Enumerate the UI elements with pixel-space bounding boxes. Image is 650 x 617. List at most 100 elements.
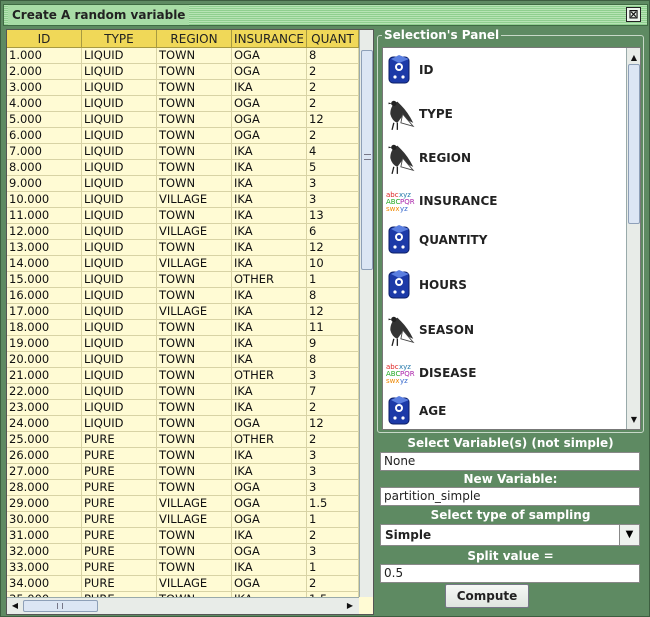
table-cell[interactable]: 3 — [307, 480, 359, 496]
table-cell[interactable]: LIQUID — [82, 224, 157, 240]
table-row[interactable]: 19.000 LIQUID TOWN IKA 9 — [7, 336, 359, 352]
chevron-down-icon[interactable]: ▼ — [619, 525, 639, 545]
table-cell[interactable]: OTHER — [232, 432, 307, 448]
table-cell[interactable]: PURE — [82, 560, 157, 576]
table-row[interactable]: 5.000 LIQUID TOWN OGA 12 — [7, 112, 359, 128]
table-cell[interactable]: LIQUID — [82, 240, 157, 256]
table-cell[interactable]: IKA — [232, 160, 307, 176]
table-row[interactable]: 13.000 LIQUID TOWN IKA 12 — [7, 240, 359, 256]
table-cell[interactable]: 6.000 — [7, 128, 82, 144]
table-cell[interactable]: 1 — [307, 272, 359, 288]
table-cell[interactable]: 32.000 — [7, 544, 82, 560]
table-cell[interactable]: IKA — [232, 528, 307, 544]
table-cell[interactable]: 3 — [307, 464, 359, 480]
table-cell[interactable]: OGA — [232, 64, 307, 80]
column-header[interactable]: QUANT — [307, 30, 359, 48]
table-cell[interactable]: OGA — [232, 496, 307, 512]
table-cell[interactable]: LIQUID — [82, 400, 157, 416]
compute-button[interactable]: Compute — [445, 584, 529, 608]
variable-list-item[interactable]: HOURS — [385, 265, 467, 305]
table-cell[interactable]: LIQUID — [82, 352, 157, 368]
variable-list-scroll-thumb[interactable] — [628, 64, 640, 224]
table-cell[interactable]: TOWN — [157, 112, 232, 128]
table-cell[interactable]: 12 — [307, 240, 359, 256]
table-cell[interactable]: 16.000 — [7, 288, 82, 304]
table-cell[interactable]: OGA — [232, 112, 307, 128]
table-row[interactable]: 9.000 LIQUID TOWN IKA 3 — [7, 176, 359, 192]
table-cell[interactable]: PURE — [82, 432, 157, 448]
table-cell[interactable]: VILLAGE — [157, 512, 232, 528]
table-cell[interactable]: 15.000 — [7, 272, 82, 288]
table-cell[interactable]: 22.000 — [7, 384, 82, 400]
table-cell[interactable]: TOWN — [157, 384, 232, 400]
table-cell[interactable]: 8 — [307, 288, 359, 304]
table-row[interactable]: 23.000 LIQUID TOWN IKA 2 — [7, 400, 359, 416]
table-cell[interactable]: LIQUID — [82, 192, 157, 208]
table-cell[interactable]: 12 — [307, 112, 359, 128]
table-cell[interactable]: 2 — [307, 400, 359, 416]
table-cell[interactable]: TOWN — [157, 48, 232, 64]
table-cell[interactable]: IKA — [232, 336, 307, 352]
table-cell[interactable]: 2 — [307, 432, 359, 448]
table-row[interactable]: 21.000 LIQUID TOWN OTHER 3 — [7, 368, 359, 384]
table-cell[interactable]: VILLAGE — [157, 576, 232, 592]
table-cell[interactable]: TOWN — [157, 272, 232, 288]
table-cell[interactable]: LIQUID — [82, 320, 157, 336]
table-row[interactable]: 7.000 LIQUID TOWN IKA 4 — [7, 144, 359, 160]
table-cell[interactable]: TOWN — [157, 528, 232, 544]
table-cell[interactable]: IKA — [232, 176, 307, 192]
table-cell[interactable]: 2 — [307, 80, 359, 96]
variable-list-item[interactable]: abc xyz ABC PQR swx yz INSURANCE — [385, 181, 497, 221]
table-cell[interactable]: TOWN — [157, 464, 232, 480]
table-cell[interactable]: IKA — [232, 320, 307, 336]
table-row[interactable]: 2.000 LIQUID TOWN OGA 2 — [7, 64, 359, 80]
table-cell[interactable]: 29.000 — [7, 496, 82, 512]
table-cell[interactable]: 3 — [307, 176, 359, 192]
table-cell[interactable]: LIQUID — [82, 176, 157, 192]
table-cell[interactable]: VILLAGE — [157, 496, 232, 512]
table-cell[interactable]: OGA — [232, 576, 307, 592]
table-cell[interactable]: 1.000 — [7, 48, 82, 64]
table-cell[interactable]: 3.000 — [7, 80, 82, 96]
table-cell[interactable]: 5 — [307, 160, 359, 176]
table-vertical-scrollbar[interactable] — [359, 30, 373, 597]
table-cell[interactable]: 33.000 — [7, 560, 82, 576]
column-header[interactable]: INSURANCE — [232, 30, 307, 48]
table-cell[interactable]: 7 — [307, 384, 359, 400]
table-cell[interactable]: TOWN — [157, 160, 232, 176]
table-cell[interactable]: 2 — [307, 96, 359, 112]
table-cell[interactable]: 1 — [307, 512, 359, 528]
scroll-left-arrow-icon[interactable]: ◀ — [8, 598, 22, 613]
table-cell[interactable]: 25.000 — [7, 432, 82, 448]
table-cell[interactable]: 12 — [307, 416, 359, 432]
variable-list-scrollbar[interactable]: ▲ ▼ — [626, 48, 640, 429]
table-row[interactable]: 16.000 LIQUID TOWN IKA 8 — [7, 288, 359, 304]
table-cell[interactable]: 2 — [307, 64, 359, 80]
column-header[interactable]: ID — [7, 30, 82, 48]
table-row[interactable]: 25.000 PURE TOWN OTHER 2 — [7, 432, 359, 448]
table-cell[interactable]: VILLAGE — [157, 192, 232, 208]
table-cell[interactable]: VILLAGE — [157, 256, 232, 272]
table-cell[interactable]: LIQUID — [82, 80, 157, 96]
table-cell[interactable]: LIQUID — [82, 416, 157, 432]
table-cell[interactable]: IKA — [232, 400, 307, 416]
table-cell[interactable]: TOWN — [157, 336, 232, 352]
table-row[interactable]: 29.000 PURE VILLAGE OGA 1.5 — [7, 496, 359, 512]
table-cell[interactable]: OGA — [232, 48, 307, 64]
variable-list-item[interactable]: ID — [385, 50, 433, 90]
table-row[interactable]: 15.000 LIQUID TOWN OTHER 1 — [7, 272, 359, 288]
table-cell[interactable]: 20.000 — [7, 352, 82, 368]
table-cell[interactable]: IKA — [232, 256, 307, 272]
table-cell[interactable]: VILLAGE — [157, 304, 232, 320]
table-row[interactable]: 22.000 LIQUID TOWN IKA 7 — [7, 384, 359, 400]
table-cell[interactable]: TOWN — [157, 448, 232, 464]
table-cell[interactable]: IKA — [232, 208, 307, 224]
table-row[interactable]: 26.000 PURE TOWN IKA 3 — [7, 448, 359, 464]
table-row[interactable]: 34.000 PURE VILLAGE OGA 2 — [7, 576, 359, 592]
table-cell[interactable]: PURE — [82, 448, 157, 464]
table-cell[interactable]: TOWN — [157, 352, 232, 368]
select-variables-field[interactable]: None — [380, 452, 640, 471]
table-cell[interactable]: OGA — [232, 96, 307, 112]
table-cell[interactable]: 23.000 — [7, 400, 82, 416]
table-cell[interactable]: PURE — [82, 496, 157, 512]
